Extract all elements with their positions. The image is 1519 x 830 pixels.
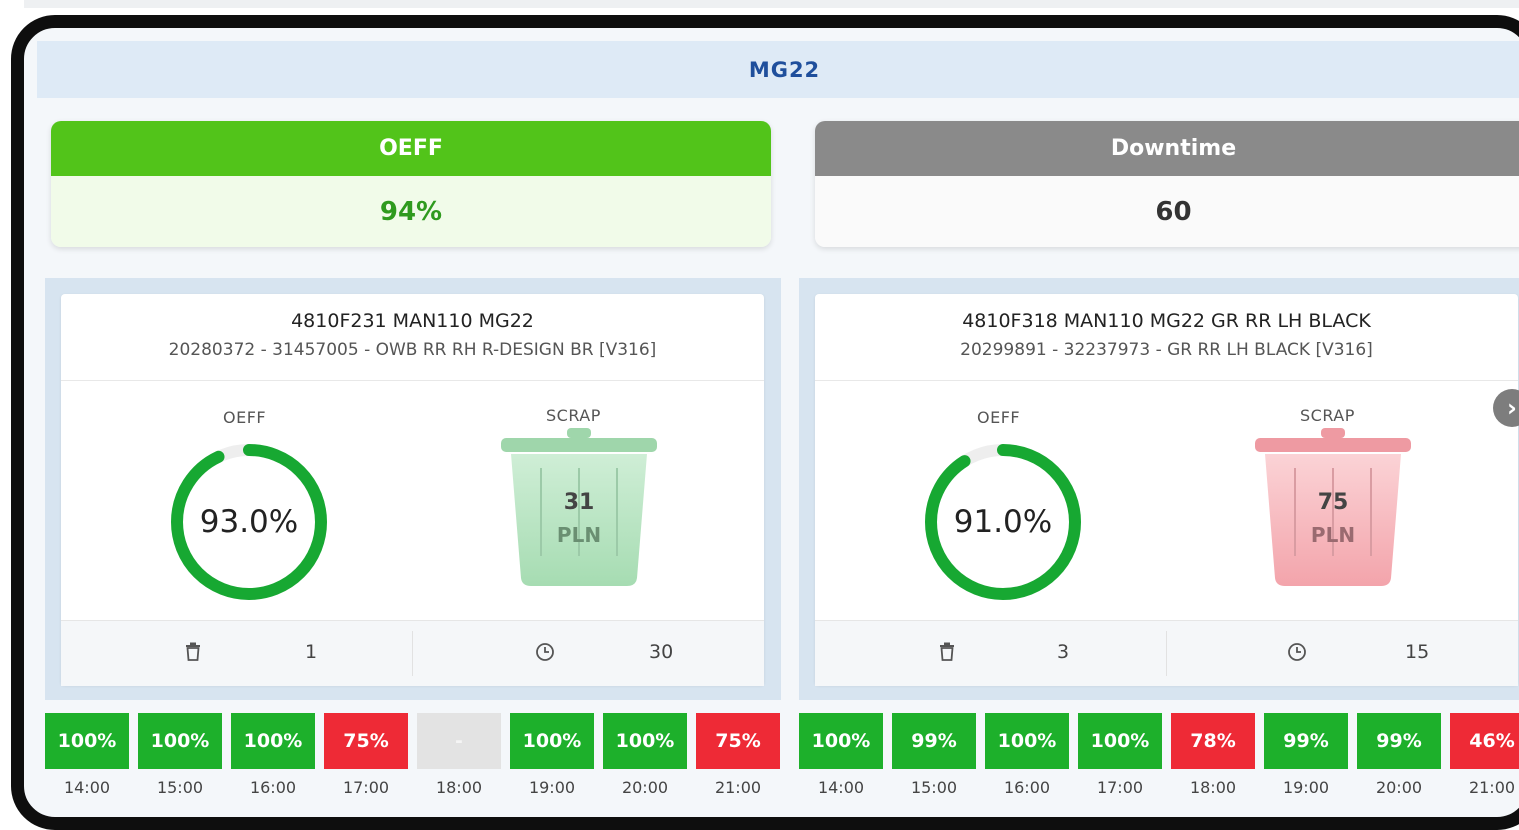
hour-time: 15:00 bbox=[910, 778, 958, 797]
hour-oeff-value: 100% bbox=[45, 713, 129, 769]
downtime-minutes-value: 30 bbox=[649, 641, 674, 663]
hourly-oeff-strip: 100% 14:00 100% 15:00 100% 16:00 75% 17:00 -… bbox=[45, 713, 789, 813]
hour-time: 20:00 bbox=[1375, 778, 1423, 797]
hour-oeff-value: 100% bbox=[1078, 713, 1162, 769]
machine-card-footer: 1 30 bbox=[61, 620, 764, 686]
hour-oeff-value: 78% bbox=[1171, 713, 1255, 769]
hour-time: 19:00 bbox=[528, 778, 576, 797]
hour-oeff-value: - bbox=[417, 713, 501, 769]
hour-cell: 100% 14:00 bbox=[45, 713, 129, 813]
downtime-kpi-value: 60 bbox=[815, 176, 1519, 247]
hour-time: 16:00 bbox=[1003, 778, 1051, 797]
hour-oeff-value: 99% bbox=[1264, 713, 1348, 769]
machine-card[interactable]: 4810F231 MAN110 MG22 20280372 - 31457005… bbox=[61, 294, 764, 686]
oeff-kpi-label: OEFF bbox=[51, 121, 771, 176]
hour-oeff-value: 100% bbox=[231, 713, 315, 769]
oeff-kpi-card: OEFF 94% bbox=[51, 121, 771, 247]
hour-cell: - 18:00 bbox=[417, 713, 501, 813]
hour-time: 16:00 bbox=[249, 778, 297, 797]
machine-card-header: 4810F231 MAN110 MG22 20280372 - 31457005… bbox=[61, 294, 764, 381]
oeff-gauge-label: OEFF bbox=[223, 408, 267, 427]
hour-cell: 100% 14:00 bbox=[799, 713, 883, 813]
trash-icon bbox=[186, 642, 200, 661]
hour-cell: 78% 18:00 bbox=[1171, 713, 1255, 813]
hour-cell: 75% 17:00 bbox=[324, 713, 408, 813]
hour-time: 18:00 bbox=[1189, 778, 1237, 797]
hour-oeff-value: 99% bbox=[892, 713, 976, 769]
footer-divider bbox=[412, 631, 413, 676]
hour-oeff-value: 100% bbox=[799, 713, 883, 769]
hour-cell: 99% 19:00 bbox=[1264, 713, 1348, 813]
hour-time: 19:00 bbox=[1282, 778, 1330, 797]
machine-title: 4810F231 MAN110 MG22 bbox=[291, 310, 534, 332]
hour-oeff-value: 75% bbox=[324, 713, 408, 769]
machine-title: 4810F318 MAN110 MG22 GR RR LH BLACK bbox=[962, 310, 1371, 332]
hour-oeff-value: 100% bbox=[138, 713, 222, 769]
oeff-gauge-value: 93.0% bbox=[199, 504, 299, 540]
hour-cell: 100% 17:00 bbox=[1078, 713, 1162, 813]
clock-icon bbox=[1288, 643, 1306, 661]
machine-card-header: 4810F318 MAN110 MG22 GR RR LH BLACK 2029… bbox=[815, 294, 1518, 381]
hour-cell: 100% 15:00 bbox=[138, 713, 222, 813]
scrap-unit: PLN bbox=[556, 523, 602, 547]
scrap-unit: PLN bbox=[1310, 523, 1356, 547]
scrap-count-value: 3 bbox=[1057, 641, 1070, 663]
hour-time: 15:00 bbox=[156, 778, 204, 797]
hour-time: 14:00 bbox=[817, 778, 865, 797]
oeff-gauge-label: OEFF bbox=[977, 408, 1021, 427]
machine-subtitle: 20280372 - 31457005 - OWB RR RH R-DESIGN… bbox=[168, 340, 657, 360]
hour-time: 21:00 bbox=[714, 778, 762, 797]
hour-oeff-value: 100% bbox=[603, 713, 687, 769]
machine-card[interactable]: 4810F318 MAN110 MG22 GR RR LH BLACK 2029… bbox=[815, 294, 1518, 686]
page-title: MG22 bbox=[37, 41, 1519, 98]
hour-oeff-value: 100% bbox=[985, 713, 1069, 769]
machine-subtitle: 20299891 - 32237973 - GR RR LH BLACK [V3… bbox=[960, 340, 1373, 360]
hour-time: 21:00 bbox=[1468, 778, 1516, 797]
downtime-kpi-card: Downtime 60 bbox=[815, 121, 1519, 247]
hour-time: 18:00 bbox=[435, 778, 483, 797]
footer-divider bbox=[1166, 631, 1167, 676]
device-frame: MG22 OEFF 94% Downtime 60 4810F231 MAN11… bbox=[11, 15, 1519, 830]
hour-time: 17:00 bbox=[342, 778, 390, 797]
hour-cell: 46% 21:00 bbox=[1450, 713, 1519, 813]
scrap-label: SCRAP bbox=[1300, 406, 1355, 425]
hour-time: 20:00 bbox=[621, 778, 669, 797]
hour-cell: 99% 20:00 bbox=[1357, 713, 1441, 813]
machine-panel: 4810F318 MAN110 MG22 GR RR LH BLACK 2029… bbox=[799, 278, 1519, 700]
machine-card-footer: 3 15 bbox=[815, 620, 1518, 686]
downtime-kpi-label: Downtime bbox=[815, 121, 1519, 176]
hour-cell: 100% 16:00 bbox=[985, 713, 1069, 813]
scrap-label: SCRAP bbox=[546, 406, 601, 425]
hour-time: 14:00 bbox=[63, 778, 111, 797]
oeff-gauge-value: 91.0% bbox=[953, 504, 1053, 540]
hourly-oeff-strip: 100% 14:00 99% 15:00 100% 16:00 100% 17:00 7… bbox=[799, 713, 1519, 813]
hour-oeff-value: 75% bbox=[696, 713, 780, 769]
hour-cell: 100% 19:00 bbox=[510, 713, 594, 813]
downtime-minutes-value: 15 bbox=[1405, 641, 1430, 663]
hour-oeff-value: 99% bbox=[1357, 713, 1441, 769]
scrap-value: 31 bbox=[563, 490, 595, 515]
hour-cell: 100% 20:00 bbox=[603, 713, 687, 813]
scrap-bin: 75 PLN bbox=[1253, 428, 1413, 588]
hour-cell: 100% 16:00 bbox=[231, 713, 315, 813]
trash-icon bbox=[940, 642, 954, 661]
hour-cell: 99% 15:00 bbox=[892, 713, 976, 813]
scrap-count-value: 1 bbox=[305, 641, 318, 663]
oeff-gauge: 93.0% bbox=[164, 437, 334, 607]
hour-oeff-value: 100% bbox=[510, 713, 594, 769]
scrap-bin: 31 PLN bbox=[499, 428, 659, 588]
hour-oeff-value: 46% bbox=[1450, 713, 1519, 769]
scrap-value: 75 bbox=[1317, 490, 1349, 515]
machine-panel: 4810F231 MAN110 MG22 20280372 - 31457005… bbox=[45, 278, 781, 700]
hour-cell: 75% 21:00 bbox=[696, 713, 780, 813]
oeff-gauge: 91.0% bbox=[918, 437, 1088, 607]
clock-icon bbox=[536, 643, 554, 661]
top-strip bbox=[24, 0, 1519, 8]
oeff-kpi-value: 94% bbox=[51, 176, 771, 247]
hour-time: 17:00 bbox=[1096, 778, 1144, 797]
